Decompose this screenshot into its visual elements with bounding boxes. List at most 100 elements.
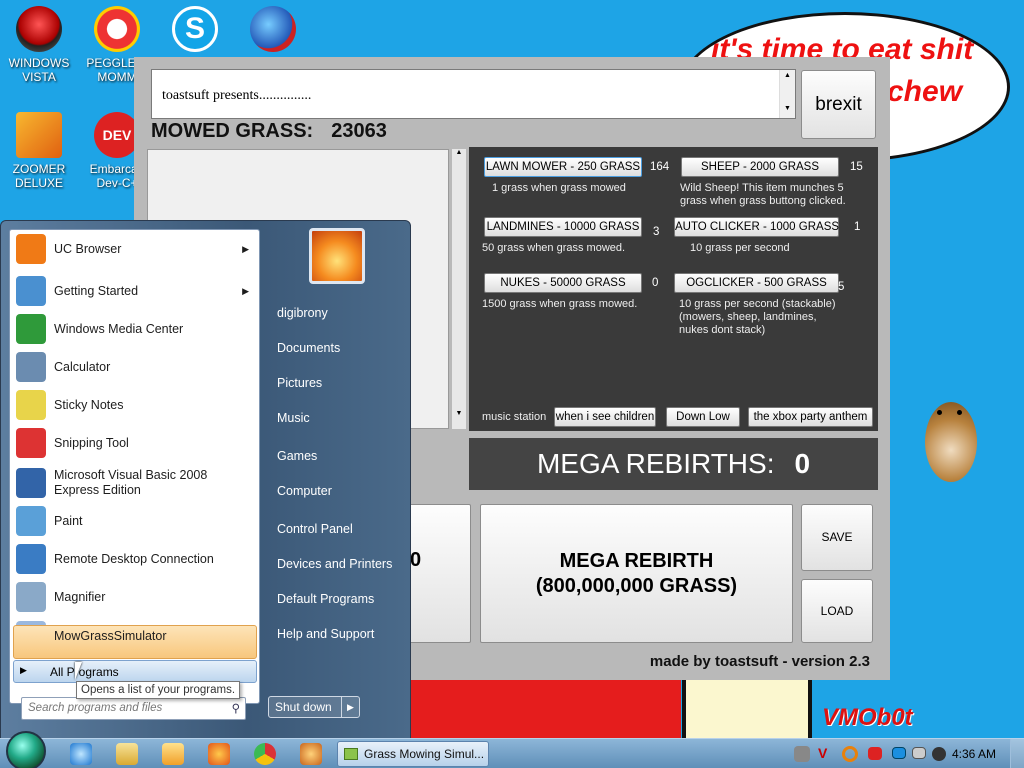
buy-auto-clicker-button[interactable]: AUTO CLICKER - 1000 GRASS [674,217,839,237]
buy-sheep-button[interactable]: SHEEP - 2000 GRASS [681,157,839,177]
start-menu-item[interactable]: Paint [13,504,257,538]
start-menu-item[interactable]: Magnifier [13,580,257,614]
start-menu-link-devices-and-printers[interactable]: Devices and Printers [277,557,392,571]
start-menu-link-default-programs[interactable]: Default Programs [277,592,374,606]
auto-clicker-count: 1 [854,221,861,233]
buy-lawn-mower-button[interactable]: LAWN MOWER - 250 GRASS [484,157,642,177]
sheep-description: Wild Sheep! This item munches 5 grass wh… [680,182,846,207]
start-menu-link-music[interactable]: Music [277,411,310,425]
triangle-right-icon: ▶ [20,665,27,675]
desktop-icon-globe[interactable] [238,6,308,56]
music-station-label: music station [482,411,547,423]
tray-icon-1[interactable] [794,746,810,762]
scroll-up-icon[interactable]: ▲ [452,149,466,156]
search-programs-input[interactable]: Search programs and files ⚲ [21,697,246,720]
load-button[interactable]: LOAD [801,579,873,643]
start-menu-item-label: Remote Desktop Connection [54,551,214,566]
start-menu-item-label: Paint [54,513,83,528]
wallpaper-red-area [411,680,681,738]
credits-footer: made by toastsuft - version 2.3 [649,653,870,670]
start-menu-item[interactable]: Getting Started ▶ [13,274,257,308]
browser-globe-icon [250,6,296,52]
vertical-scrollbar[interactable]: ▲ ▼ [452,149,466,429]
start-menu-link-help-and-support[interactable]: Help and Support [277,627,374,641]
app-pinned-icon[interactable] [300,743,322,765]
desktop-icon-zoomer[interactable]: ZOOMER DELUXE [4,112,74,190]
all-programs-label: All Programs [50,665,119,679]
landmines-count: 3 [653,226,660,238]
taskbar-grass-mowing-simulator[interactable]: Grass Mowing Simul... [337,741,489,767]
tray-icon-network[interactable] [912,747,926,759]
start-menu-item-label: Getting Started [54,283,139,298]
shut-down-button[interactable]: Shut down ▶ [268,696,360,718]
mega-rebirth-button[interactable]: MEGA REBIRTH (800,000,000 GRASS) [480,504,793,643]
start-menu-item[interactable]: Snipping Tool [13,426,257,460]
desktop-icon-label: ZOOMER DELUXE [12,162,66,190]
log-scrollbar[interactable]: ▲ ▼ [779,70,795,118]
hamster-image [915,392,987,492]
start-menu-link-pictures[interactable]: Pictures [277,376,322,390]
buy-nukes-button[interactable]: NUKES - 50000 GRASS [484,273,642,293]
submenu-arrow-icon: ▶ [242,243,249,254]
chrome-icon[interactable] [254,743,276,765]
sticky-notes-icon [16,390,46,420]
skype-icon: S [172,6,218,52]
start-menu-link-games[interactable]: Games [277,449,317,463]
uc-browser-icon [16,234,46,264]
mowed-grass-value: 23063 [331,120,387,142]
speaker-icon[interactable] [932,747,946,761]
log-text: toastsuft presents............... [162,88,312,103]
scroll-down-icon[interactable]: ▼ [780,105,795,112]
start-menu-link-control-panel[interactable]: Control Panel [277,522,353,536]
start-button[interactable] [6,731,46,768]
nukes-description: 1500 grass when grass mowed. [482,298,638,310]
tray-icon-v[interactable]: V [818,745,827,761]
tray-icon-search[interactable] [842,746,858,762]
mega-rebirth-cost: (800,000,000 GRASS) [535,575,738,597]
music-when-i-see-children-button[interactable]: when i see children [554,407,656,427]
start-menu-item-label: Magnifier [54,589,106,604]
music-down-low-button[interactable]: Down Low [666,407,740,427]
buy-ogclicker-button[interactable]: OGCLICKER - 500 GRASS [674,273,839,293]
mowed-grass-label: MOWED GRASS: [151,120,314,142]
desktop-icon-skype[interactable]: S [160,6,230,56]
file-explorer-icon[interactable] [116,743,138,765]
start-menu-item[interactable]: Calculator [13,350,257,384]
music-xbox-party-anthem-button[interactable]: the xbox party anthem [748,407,873,427]
media-player-icon[interactable] [162,743,184,765]
taskbar-task-label: Grass Mowing Simul... [364,747,485,761]
buy-landmines-button[interactable]: LANDMINES - 10000 GRASS [484,217,642,237]
taskbar-clock[interactable]: 4:36 AM [952,747,996,761]
start-menu-item[interactable]: Microsoft Visual Basic 2008 Express Edit… [13,466,257,500]
mega-rebirths-counter: MEGA REBIRTHS: 0 [469,438,878,490]
start-menu-link-computer[interactable]: Computer [277,484,332,498]
tray-icon-display[interactable] [892,747,906,759]
mega-rebirth-label: MEGA REBIRTH [559,550,714,572]
start-menu-item[interactable]: UC Browser ▶ [13,232,257,266]
show-desktop-button[interactable] [1010,739,1024,768]
mouse-cursor-icon [75,662,82,680]
firefox-icon[interactable] [208,743,230,765]
vista-icon [16,6,62,52]
start-menu-item[interactable]: Windows Media Center [13,312,257,346]
mowed-grass-counter: MOWED GRASS: 23063 [151,120,387,143]
shutdown-options-arrow-icon[interactable]: ▶ [341,697,359,717]
save-button[interactable]: SAVE [801,504,873,571]
start-menu-item[interactable]: Remote Desktop Connection [13,542,257,576]
all-programs-button[interactable]: ▶ All Programs [13,660,257,683]
watermark: VMOb0t [822,704,913,731]
desktop-icon-vista[interactable]: WINDOWS VISTA [4,6,74,84]
taskbar: Grass Mowing Simul... V 4:36 AM [0,731,1024,768]
shut-down-label: Shut down [275,700,332,714]
scroll-down-icon[interactable]: ▼ [452,410,466,417]
log-textbox[interactable]: toastsuft presents............... ▲ ▼ [151,69,796,119]
internet-explorer-icon[interactable] [70,743,92,765]
scroll-up-icon[interactable]: ▲ [780,72,795,79]
start-menu-item[interactable]: Sticky Notes [13,388,257,422]
brexit-button[interactable]: brexit [801,70,876,139]
start-menu-link-digibrony[interactable]: digibrony [277,306,328,320]
search-icon: ⚲ [231,703,240,715]
user-picture[interactable] [309,228,365,284]
start-menu-link-documents[interactable]: Documents [277,341,340,355]
tray-icon-flag[interactable] [868,747,882,760]
